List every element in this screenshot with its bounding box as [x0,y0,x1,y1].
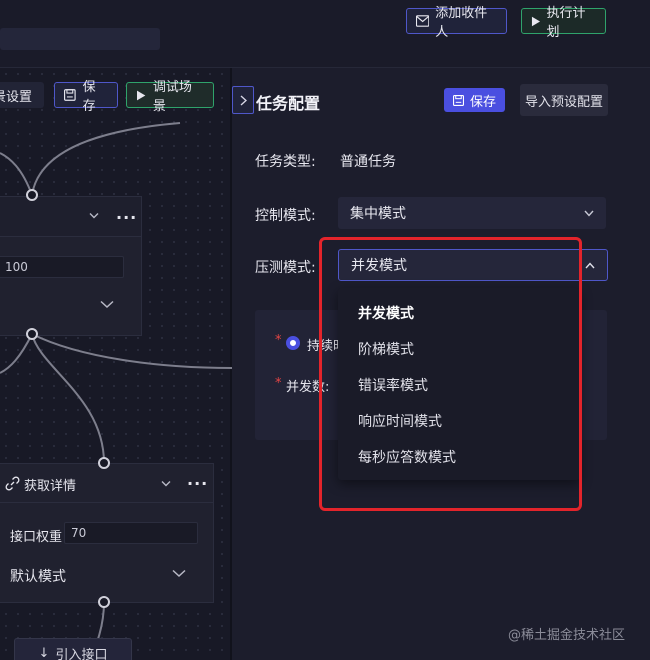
control-mode-select[interactable]: 集中模式 [338,197,606,229]
api-weight-label: 接口权重 [10,530,63,545]
import-api-label: 引入接口 [55,647,108,660]
node-port[interactable] [98,596,110,608]
link-icon [5,476,20,491]
required-mark: * [275,333,282,348]
api-weight-field[interactable]: 70 [64,522,198,544]
duration-radio[interactable] [286,336,300,350]
play-icon [531,16,541,26]
import-api-button[interactable]: ↓ 引入接口 [14,638,132,660]
api-mode-select[interactable]: 默认模式 [10,566,66,586]
control-mode-value: 集中模式 [350,206,406,222]
chevron-down-icon[interactable] [89,212,99,220]
collapse-panel-button[interactable] [232,86,254,114]
watermark: @稀土掘金技术社区 [508,628,626,643]
required-mark: * [275,376,282,391]
save-icon [64,89,76,101]
chevron-up-icon [585,261,595,268]
node-port[interactable] [26,189,38,201]
save-icon [452,94,464,106]
api-node-weight-value: 100 [5,260,28,274]
press-mode-label: 压测模式: [255,260,316,276]
add-recipient-label: 添加收件人 [435,6,488,40]
api-node-title: 获取详情 [24,479,77,494]
chevron-down-icon[interactable] [172,569,186,578]
download-icon: ↓ [38,645,50,660]
mail-icon [416,15,430,27]
node-port[interactable] [26,328,38,340]
task-type-label: 任务类型: [255,154,316,170]
debug-scene-label: 调试场景 [152,80,192,114]
run-plan-button[interactable]: 执行计划 [521,6,606,40]
debug-scene-button[interactable]: 调试场景 [126,80,214,114]
more-icon[interactable]: ··· [116,208,137,227]
import-preset-label: 导入预设配置 [524,94,603,110]
run-plan-label: 执行计划 [546,6,586,40]
scene-settings-button[interactable]: 场景设置 [0,82,44,108]
scene-settings-label: 场景设置 [0,89,33,105]
play-icon [136,90,146,100]
node-port[interactable] [98,457,110,469]
canvas-save-label: 保存 [82,80,96,114]
panel-save-button[interactable]: 保存 [444,88,505,112]
task-type-value: 普通任务 [340,154,396,170]
import-preset-button[interactable]: 导入预设配置 [520,84,608,116]
chevron-down-icon[interactable] [161,480,171,488]
chevron-down-icon[interactable] [100,300,114,309]
chevron-down-icon [584,210,594,217]
control-mode-label: 控制模式: [255,208,316,224]
panel-title: 任务配置 [256,94,321,113]
blurred-title [0,28,160,50]
panel-save-label: 保存 [469,94,496,110]
canvas-save-button[interactable]: 保存 [54,80,118,114]
more-icon[interactable]: ··· [187,474,208,493]
chevron-right-icon [240,94,247,106]
highlight-box [319,237,582,511]
api-node-weight-field[interactable]: 100 [0,256,124,278]
api-weight-value: 70 [71,526,87,540]
add-recipient-button[interactable]: 添加收件人 [406,6,507,40]
